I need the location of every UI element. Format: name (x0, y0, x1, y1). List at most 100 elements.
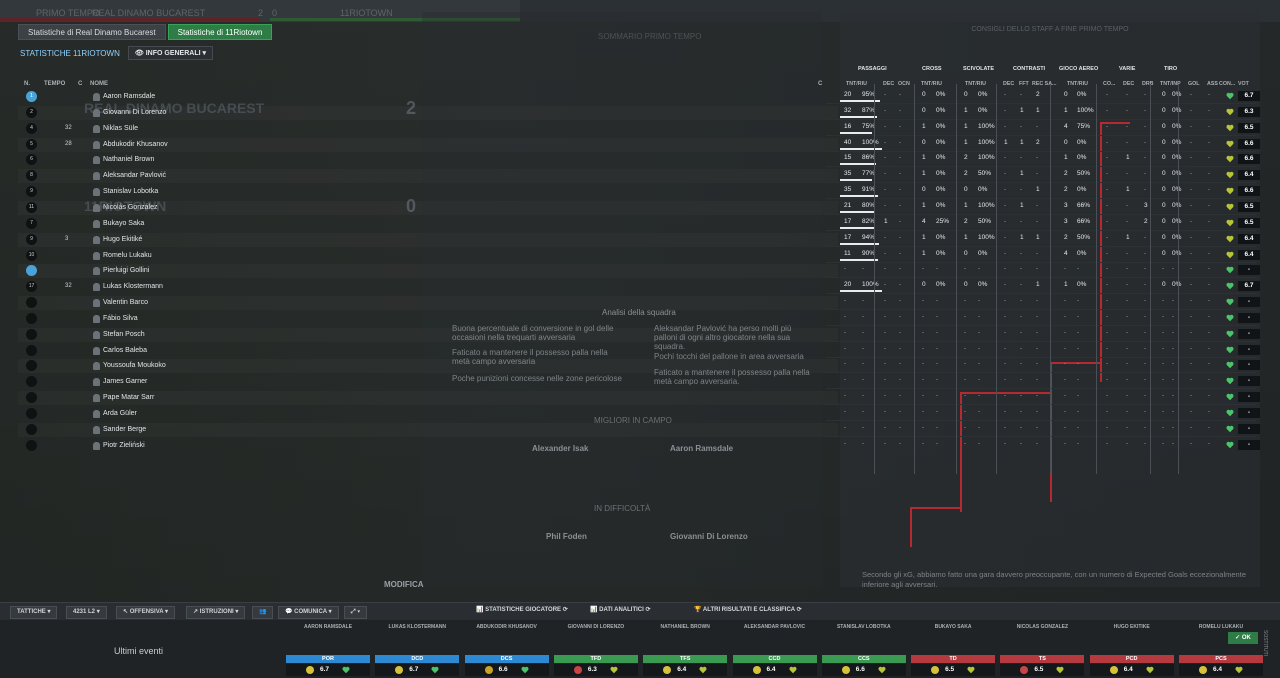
sub-aer-co[interactable]: CO... (1103, 81, 1115, 87)
expand-button[interactable]: ⤢ ▾ (344, 606, 367, 619)
lineup-slot[interactable]: ROMELU LUKAKU PCS 6.4 (1177, 622, 1265, 678)
tab-away-stats[interactable]: Statistiche di 11Riotown (167, 24, 273, 40)
sub-aer-tnt[interactable]: TNT/RIU (1067, 81, 1088, 87)
col-c[interactable]: C (78, 81, 82, 87)
col-c2[interactable]: C (818, 81, 822, 87)
sub-ass[interactable]: ASS (1207, 81, 1218, 87)
player-name[interactable]: Piotr Zieliński (103, 442, 145, 449)
sub-gol[interactable]: GOL (1188, 81, 1199, 87)
player-name[interactable]: James Garner (103, 378, 147, 385)
column-separator (874, 84, 875, 474)
player-name[interactable]: Stefan Posch (103, 331, 145, 338)
player-name[interactable]: Lukas Klostermann (103, 283, 163, 290)
player-row[interactable]: Stefan Posch (18, 328, 838, 342)
player-row[interactable]: Pape Matar Sarr (18, 391, 838, 405)
analytics-link[interactable]: 📊 DATI ANALITICI ⟳ (590, 606, 651, 613)
lineup-slot[interactable]: NATHANIEL BROWN TFS 6.4 (641, 622, 729, 678)
player-name[interactable]: Nicolás González (103, 204, 157, 211)
ok-button[interactable]: ✓ OK (1228, 632, 1258, 644)
tactics-button[interactable]: TATTICHE ▾ (10, 606, 58, 619)
lineup-slot[interactable]: AARON RAMSDALE POR 6.7 (284, 622, 372, 678)
tab-home-stats[interactable]: Statistiche di Real Dinamo Bucarest (18, 24, 166, 40)
substitutes-label[interactable]: SOSTITUTI (1262, 630, 1268, 656)
lineup-slot[interactable]: GIOVANNI DI LORENZO TFD 6.3 (552, 622, 640, 678)
other-results-link[interactable]: 🏆 ALTRI RISULTATI E CLASSIFICA ⟳ (694, 606, 802, 613)
player-name[interactable]: Romelu Lukaku (103, 252, 152, 259)
player-name[interactable]: Hugo Ekitiké (103, 236, 142, 243)
player-name[interactable]: Carlos Baleba (103, 347, 147, 354)
player-name[interactable]: Aaron Ramsdale (103, 93, 155, 100)
col-name[interactable]: NOME (90, 81, 108, 87)
lineup-slot[interactable]: BUKAYO SAKA TD 6.5 (909, 622, 997, 678)
lineup-slot[interactable]: ALEKSANDAR PAVLOVIĆ CCD 6.4 (731, 622, 819, 678)
col-number[interactable]: N. (24, 81, 30, 87)
player-name[interactable]: Niklas Süle (103, 125, 138, 132)
player-name[interactable]: Arda Güler (103, 410, 137, 417)
player-name[interactable]: Sander Berge (103, 426, 146, 433)
player-row[interactable]: James Garner (18, 375, 838, 389)
player-name[interactable]: Giovanni Di Lorenzo (103, 109, 166, 116)
player-row[interactable]: 6 Nathaniel Brown (18, 153, 838, 167)
player-row[interactable]: 8 Aleksandar Pavlović (18, 169, 838, 183)
sub-cont-fft[interactable]: FFT (1019, 81, 1029, 87)
players-icon-button[interactable]: 👥 (252, 606, 274, 619)
sub-misc-dec[interactable]: DEC (1123, 81, 1134, 87)
player-row[interactable]: 4 32 Niklas Süle (18, 122, 838, 136)
player-name[interactable]: Pape Matar Sarr (103, 394, 154, 401)
player-stats-link[interactable]: 📊 STATISTICHE GIOCATORE ⟳ (476, 606, 568, 613)
player-name[interactable]: Pierluigi Gollini (103, 267, 149, 274)
lineup-slot[interactable]: HUGO EKITIKÉ PCD 6.4 (1088, 622, 1176, 678)
stat-cell: - (1144, 170, 1147, 178)
player-name[interactable]: Abdukodir Khusanov (103, 141, 168, 148)
lineup-slot[interactable]: ABDUKODIR KHUSANOV DCS 6.6 (463, 622, 551, 678)
player-row[interactable]: 2 Giovanni Di Lorenzo (18, 106, 838, 120)
player-row[interactable]: Arda Güler (18, 407, 838, 421)
player-row[interactable]: Piotr Zieliński (18, 439, 838, 453)
mentality-button[interactable]: ↖ OFFENSIVA ▾ (116, 606, 176, 619)
player-name[interactable]: Youssoufa Moukoko (103, 362, 166, 369)
sub-cont-dec[interactable]: DEC (1003, 81, 1014, 87)
player-row[interactable]: Valentin Barco (18, 296, 838, 310)
player-name[interactable]: Bukayo Saka (103, 220, 144, 227)
sub-con[interactable]: CON... (1219, 81, 1235, 87)
player-name[interactable]: Valentin Barco (103, 299, 148, 306)
player-row[interactable]: Carlos Baleba (18, 344, 838, 358)
instructions-button[interactable]: ↗ ISTRUZIONI ▾ (186, 606, 246, 619)
sub-pass-ocn[interactable]: OCN (898, 81, 910, 87)
player-row[interactable]: 17 32 Lukas Klostermann (18, 280, 838, 294)
player-name[interactable]: Aleksandar Pavlović (103, 172, 166, 179)
lineup-slot[interactable]: NICOLÁS GONZÁLEZ TS 6.5 (998, 622, 1086, 678)
player-name[interactable]: Nathaniel Brown (103, 156, 154, 163)
player-row[interactable]: Pierluigi Gollini (18, 264, 838, 278)
player-row[interactable]: 11 Nicolás González (18, 201, 838, 215)
player-row[interactable]: Sander Berge (18, 423, 838, 437)
lineup-slot[interactable]: LUKAS KLOSTERMANN DCD 6.7 (373, 622, 461, 678)
player-row[interactable]: 10 Romelu Lukaku (18, 249, 838, 263)
sub-misc-drb[interactable]: DRB (1142, 81, 1153, 87)
player-row[interactable]: 7 Bukayo Saka (18, 217, 838, 231)
player-row[interactable]: 1 Aaron Ramsdale (18, 90, 838, 104)
col-time[interactable]: TEMPO (44, 81, 65, 87)
stat-cell: - (978, 360, 981, 368)
sub-cross-tnt[interactable]: TNT/RIU (921, 81, 942, 87)
player-row[interactable]: Youssoufa Moukoko (18, 359, 838, 373)
sub-vot[interactable]: VOT (1238, 81, 1249, 87)
stat-cell: 35 (844, 170, 852, 178)
stat-cell: 0 (1162, 201, 1166, 209)
formation-button[interactable]: 4231 L2 ▾ (66, 606, 107, 619)
player-row[interactable]: Fábio Silva (18, 312, 838, 326)
player-name[interactable]: Fábio Silva (103, 315, 138, 322)
stat-cell: 4 (922, 217, 926, 225)
lineup-slot[interactable]: STANISLAV LOBOTKA CCS 6.6 (820, 622, 908, 678)
communicate-button[interactable]: 💬 COMUNICA ▾ (278, 606, 339, 619)
player-row[interactable]: 5 28 Abdukodir Khusanov (18, 138, 838, 152)
sub-cont-rec[interactable]: REC SA... (1032, 81, 1056, 87)
player-row[interactable]: 9 3 Hugo Ekitiké (18, 233, 838, 247)
sub-sciv-tnt[interactable]: TNT/RIU (965, 81, 986, 87)
sub-pass-tnt[interactable]: TNT/RIU (846, 81, 867, 87)
sub-pass-dec[interactable]: DEC (883, 81, 894, 87)
stat-cell: - (1004, 423, 1007, 431)
player-row[interactable]: 9 Stanislav Lobotka (18, 185, 838, 199)
info-dropdown[interactable]: 👁 INFO GENERALI ▾ (127, 46, 214, 60)
player-name[interactable]: Stanislav Lobotka (103, 188, 158, 195)
